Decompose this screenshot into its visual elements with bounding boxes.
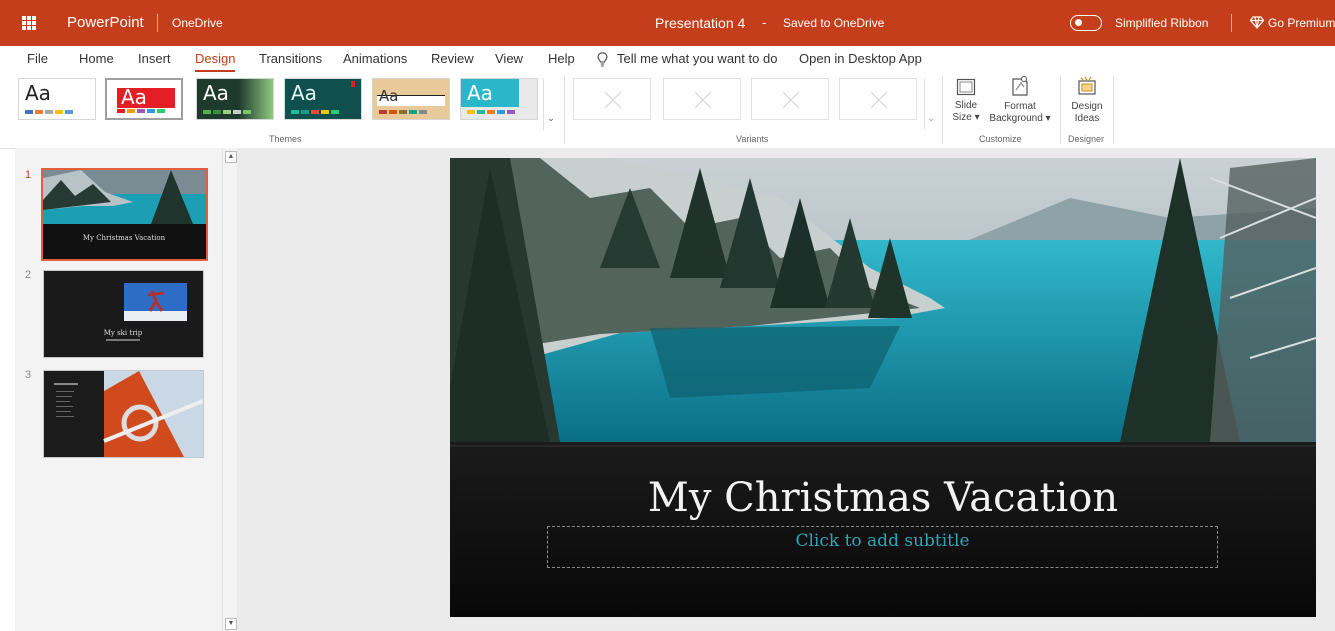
variants-more-chevron-icon[interactable]: ⌄ <box>924 78 937 130</box>
theme-sample: Aa <box>203 81 229 105</box>
slide-size-label: Slide <box>954 100 978 111</box>
slide-number: 3 <box>25 369 32 381</box>
tab-animations[interactable]: Animations <box>343 46 407 72</box>
slide-number: 2 <box>25 269 32 281</box>
slide-2-thumb-title: My ski trip <box>104 329 143 337</box>
slide-number: 1 <box>25 169 32 181</box>
theme-sample: Aa <box>121 85 147 109</box>
simplified-ribbon-label: Simplified Ribbon <box>1115 16 1209 30</box>
app-launcher-icon[interactable] <box>22 16 36 30</box>
variants-group-label: Variants <box>736 134 769 144</box>
diamond-icon <box>1250 16 1264 29</box>
theme-office[interactable]: Aa <box>18 78 96 120</box>
ribbon-separator <box>1113 76 1114 144</box>
format-background-label: Format <box>1004 101 1036 112</box>
design-ideas-label-2: Ideas <box>1074 113 1100 124</box>
format-background-button[interactable]: Format Background ▾ <box>985 75 1055 125</box>
slide-1-thumb-title: My Christmas Vacation <box>83 234 166 242</box>
tab-design[interactable]: Design <box>195 46 236 72</box>
variant-4[interactable] <box>839 78 917 120</box>
slide-panel-scrollbar[interactable]: ▲ ▼ <box>222 148 237 631</box>
themes-more-chevron-icon[interactable]: ⌄ <box>543 78 558 130</box>
title-divider-2 <box>1231 14 1232 32</box>
variant-2[interactable] <box>663 78 741 120</box>
design-ideas-button[interactable]: Design Ideas <box>1066 75 1108 125</box>
document-title[interactable]: Presentation 4 <box>655 0 745 46</box>
slide-thumbnail-2[interactable]: My ski trip <box>43 270 204 358</box>
slide-1-preview-image: My Christmas Vacation <box>43 170 206 259</box>
tab-file[interactable]: File <box>27 46 48 72</box>
save-status: Saved to OneDrive <box>783 16 885 30</box>
designer-group-label: Designer <box>1068 134 1105 144</box>
theme-wood[interactable]: Aa <box>372 78 450 120</box>
design-ribbon: Aa Aa Aa Aa Aa Aa ⌄ Themes ⌄ Variants Sl… <box>0 72 1335 149</box>
ribbon-separator <box>1060 76 1061 144</box>
themes-group-label: Themes <box>269 134 302 144</box>
format-background-icon <box>1012 76 1028 96</box>
tab-home[interactable]: Home <box>79 46 114 72</box>
slide-title[interactable]: My Christmas Vacation <box>450 475 1316 521</box>
format-background-label-2: Background ▾ <box>989 113 1051 124</box>
open-desktop-app-link[interactable]: Open in Desktop App <box>799 46 922 72</box>
theme-sample: Aa <box>379 87 399 105</box>
customize-group-label: Customize <box>979 134 1022 144</box>
current-slide[interactable]: My Christmas Vacation Click to add subti… <box>450 158 1316 617</box>
theme-red[interactable]: Aa <box>105 78 183 120</box>
variant-3[interactable] <box>751 78 829 120</box>
subtitle-placeholder-text: Click to add subtitle <box>795 531 970 551</box>
service-link[interactable]: OneDrive <box>172 0 223 46</box>
slide-2-preview-image: My ski trip <box>44 271 203 357</box>
tab-help[interactable]: Help <box>548 46 575 72</box>
slide-size-button[interactable]: Slide Size ▾ <box>948 78 984 124</box>
slide-size-label-2: Size ▾ <box>952 112 980 123</box>
scroll-down-arrow-icon[interactable]: ▼ <box>225 618 237 630</box>
variant-1[interactable] <box>573 78 651 120</box>
title-bar: PowerPoint OneDrive Presentation 4 - Sav… <box>0 0 1335 46</box>
theme-green[interactable]: Aa <box>196 78 274 120</box>
app-name[interactable]: PowerPoint <box>67 0 144 46</box>
menu-bar: File Home Insert Design Transitions Anim… <box>0 46 1335 72</box>
ribbon-separator <box>942 76 943 144</box>
tab-view[interactable]: View <box>495 46 523 72</box>
subtitle-placeholder-box[interactable]: Click to add subtitle <box>547 526 1218 568</box>
theme-sample: Aa <box>25 81 51 105</box>
slide-size-icon <box>956 78 976 96</box>
ribbon-separator <box>564 76 565 144</box>
slide-thumbnail-3[interactable] <box>43 370 204 458</box>
design-ideas-icon <box>1078 76 1096 95</box>
theme-aqua[interactable]: Aa <box>460 78 538 120</box>
tab-review[interactable]: Review <box>431 46 474 72</box>
slide-3-preview-image <box>44 371 203 457</box>
theme-teal[interactable]: Aa <box>284 78 362 120</box>
slide-thumbnail-panel[interactable]: 1 My Christmas Vacation 2 My ski trip 3 <box>15 148 237 631</box>
tab-transitions[interactable]: Transitions <box>259 46 322 72</box>
go-premium-button[interactable]: Go Premium <box>1268 0 1335 46</box>
tell-me-search[interactable]: Tell me what you want to do <box>617 46 777 72</box>
tab-insert[interactable]: Insert <box>138 46 171 72</box>
theme-sample: Aa <box>291 81 317 105</box>
design-ideas-label: Design <box>1071 101 1103 112</box>
slide-thumbnail-1[interactable]: My Christmas Vacation <box>41 168 208 261</box>
lightbulb-icon <box>597 52 608 67</box>
scroll-up-arrow-icon[interactable]: ▲ <box>225 151 237 163</box>
simplified-ribbon-toggle[interactable] <box>1070 15 1102 31</box>
title-separator: - <box>762 15 767 30</box>
title-divider <box>157 14 158 32</box>
theme-sample: Aa <box>467 81 493 105</box>
